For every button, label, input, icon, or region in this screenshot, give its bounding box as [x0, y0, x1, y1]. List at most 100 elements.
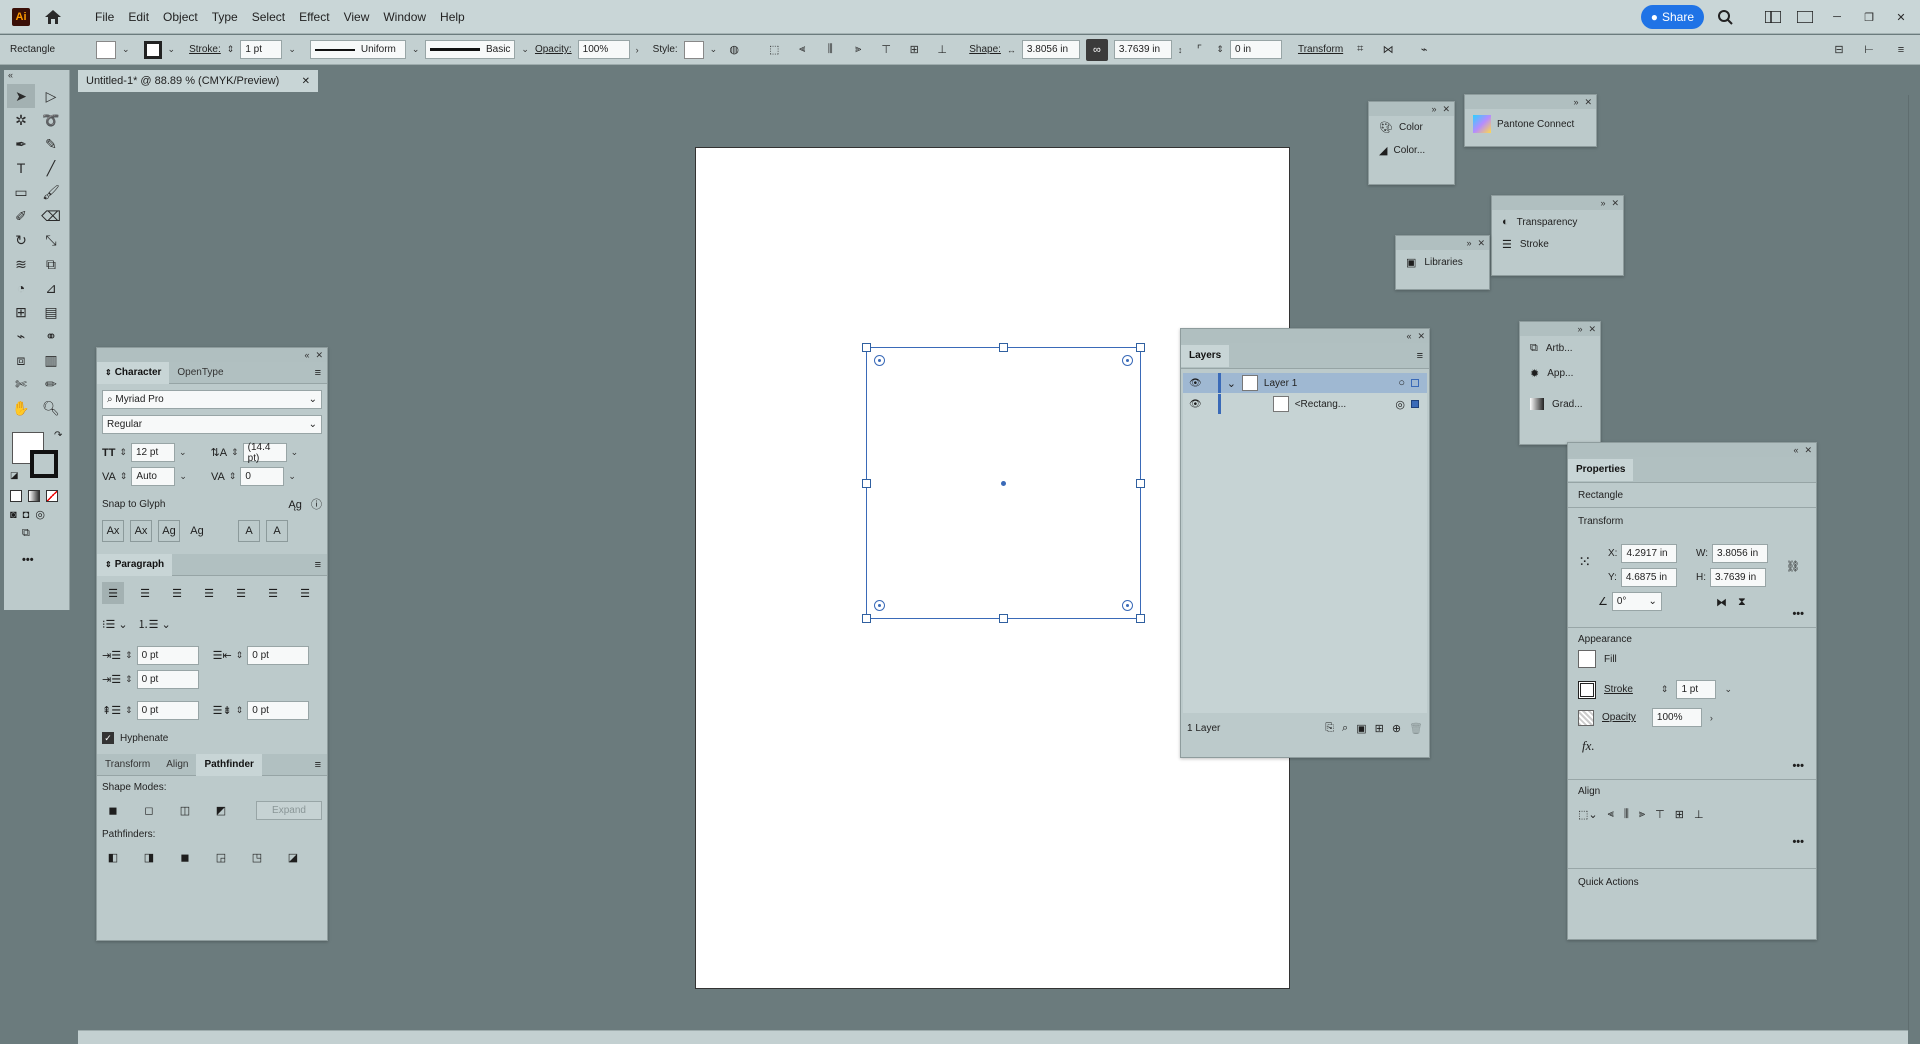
space-after-field[interactable]: 0 pt [247, 701, 310, 720]
menu-item-effect[interactable]: Effect [292, 10, 336, 24]
font-style-select[interactable]: Regular ⌄ [102, 415, 322, 434]
magic-wand-icon[interactable]: ✲ [7, 108, 35, 132]
handle-tc[interactable] [999, 343, 1008, 352]
fill-swatch[interactable] [1578, 650, 1596, 668]
close-icon[interactable]: ✕ [1804, 445, 1812, 456]
justify-center-icon[interactable]: ☰ [230, 582, 252, 604]
corner-type-icon[interactable]: ⌜ [1188, 39, 1210, 61]
corner-widget[interactable] [1122, 600, 1133, 611]
arrange-docs-icon[interactable]: ⊟ [1828, 39, 1850, 61]
chevron-right-icon[interactable]: › [636, 45, 639, 55]
panel-menu-icon[interactable]: ≡ [1417, 350, 1423, 362]
none-mode-icon[interactable] [46, 490, 58, 502]
profile-select[interactable]: Uniform [309, 40, 406, 59]
layer-row[interactable]: 👁︎ <Rectang... ◎ [1183, 393, 1427, 415]
expand-button[interactable]: Expand [256, 800, 322, 820]
menu-item-object[interactable]: Object [156, 10, 205, 24]
tab-opentype[interactable]: OpenType [169, 362, 231, 384]
justify-left-icon[interactable]: ☰ [198, 582, 220, 604]
transparency-button[interactable]: ◐ Transparency [1492, 210, 1623, 234]
expand-icon[interactable]: » [1466, 238, 1471, 248]
snap-xheight-icon[interactable]: Ax [130, 520, 152, 542]
expand-icon[interactable]: » [1431, 104, 1436, 114]
locate-object-icon[interactable]: ⌕ [1342, 722, 1348, 735]
transform-link[interactable]: Transform [1298, 44, 1343, 55]
close-icon[interactable]: ✕ [1611, 198, 1619, 209]
snap-baseline-icon[interactable]: Ax [102, 520, 124, 542]
eraser-icon[interactable]: ⌫ [37, 204, 65, 228]
selection-tool-icon[interactable]: ➤ [7, 84, 35, 108]
panel-menu-icon[interactable]: ≡ [315, 759, 321, 771]
close-tab-icon[interactable]: ✕ [302, 76, 310, 87]
h-field[interactable]: 3.7639 in [1710, 568, 1766, 587]
w-field[interactable]: 3.8056 in [1712, 544, 1769, 563]
menu-icon[interactable]: ≡ [1890, 39, 1912, 61]
share-button[interactable]: ● Share [1640, 5, 1704, 29]
bullets-icon[interactable]: ⁝☰ ⌄ [102, 618, 128, 631]
angle-field[interactable]: 0° ⌄ [1611, 592, 1662, 611]
align-left-text-icon[interactable]: ☰ [102, 582, 124, 604]
reference-point-icon[interactable]: ⁙ [1578, 552, 1591, 572]
opacity-field[interactable]: 100% [577, 40, 630, 59]
handle-br[interactable] [1136, 614, 1145, 623]
align-to-icon[interactable]: ⬚ [763, 39, 785, 61]
indent-first-field[interactable]: 0 pt [136, 670, 199, 689]
minus-front-icon[interactable]: ◻ [138, 799, 160, 821]
corner-widget[interactable] [874, 600, 885, 611]
isolate-icon[interactable]: ⌗ [1349, 39, 1371, 61]
stroke-weight-field[interactable]: 1 pt [240, 40, 283, 59]
stroke-weight-field[interactable]: 1 pt [1676, 680, 1717, 699]
gradient-tool-icon[interactable]: ▤ [37, 300, 65, 324]
new-sublayer-icon[interactable]: ⊞ [1375, 722, 1384, 735]
unite-icon[interactable]: ◼ [102, 799, 124, 821]
crop-icon[interactable]: ◲ [210, 846, 232, 868]
tab-properties[interactable]: Properties [1568, 458, 1634, 481]
outline-icon[interactable]: ◳ [246, 846, 268, 868]
panel-menu-icon[interactable]: ≡ [315, 367, 321, 379]
numbering-icon[interactable]: ⒈☰ ⌄ [138, 616, 171, 632]
snap-glyph-bounds-icon[interactable]: Ag [158, 520, 180, 542]
brush-select[interactable]: Basic [425, 40, 516, 59]
shape-height-field[interactable]: 3.7639 in [1113, 40, 1172, 59]
selection-indicator-icon[interactable] [1411, 379, 1419, 387]
handle-bl[interactable] [862, 614, 871, 623]
selection-indicator-icon[interactable] [1411, 400, 1419, 408]
align-top-icon[interactable]: ⊤ [1655, 808, 1665, 821]
visibility-eye-icon[interactable]: 👁︎ [1189, 399, 1202, 410]
close-icon[interactable]: ✕ [1442, 104, 1450, 115]
search-icon[interactable] [1714, 6, 1736, 28]
align-hcenter-icon[interactable]: ⫼ [819, 39, 841, 61]
menu-item-window[interactable]: Window [376, 10, 433, 24]
align-vcenter-icon[interactable]: ⊞ [1675, 808, 1684, 821]
constrain-link-icon[interactable]: ∞ [1085, 38, 1108, 61]
scale-tool-icon[interactable]: ⤡ [37, 228, 65, 252]
expand-icon[interactable]: » [1600, 198, 1605, 208]
color-panel-button[interactable]: 🎨︎ Color [1369, 116, 1454, 139]
tracking-field[interactable]: 0 [240, 467, 285, 486]
indent-left-field[interactable]: 0 pt [136, 646, 199, 665]
libraries-button[interactable]: ▣ Libraries [1396, 250, 1489, 275]
direct-selection-tool-icon[interactable]: ▷ [37, 84, 65, 108]
minimize-icon[interactable]: ─ [1826, 6, 1848, 28]
artboard-tool-icon[interactable]: ⧈ [7, 348, 35, 372]
more-options-icon[interactable]: ••• [1792, 836, 1804, 848]
glyph-icon[interactable]: Ąg [288, 499, 301, 511]
perspective-grid-icon[interactable]: ⊿ [37, 276, 65, 300]
tab-transform[interactable]: Transform [97, 754, 158, 776]
align-to-icon[interactable]: ⬚⌄ [1578, 808, 1598, 821]
expand-arrow-icon[interactable]: ⌄ [1227, 377, 1236, 390]
slice-tool-icon[interactable]: ✄ [7, 372, 35, 396]
y-field[interactable]: 4.6875 in [1620, 568, 1677, 587]
tab-paragraph[interactable]: ⇕ Paragraph [97, 553, 173, 576]
align-hcenter-icon[interactable]: ⫼ [1624, 808, 1629, 821]
stroke-swatch[interactable] [1578, 680, 1596, 699]
corner-radius-field[interactable]: 0 in [1229, 40, 1282, 59]
handle-mr[interactable] [1136, 479, 1145, 488]
chevron-down-icon[interactable]: ⌄ [122, 44, 130, 55]
graph-tool-icon[interactable]: ▥ [37, 348, 65, 372]
opacity-icon[interactable] [1578, 709, 1594, 726]
menu-item-file[interactable]: File [88, 10, 121, 24]
hand-tool-icon[interactable]: ✋ [7, 396, 35, 420]
flip-vertical-icon[interactable]: ⧗ [1738, 596, 1746, 609]
width-tool-icon[interactable]: ≋ [7, 252, 35, 276]
